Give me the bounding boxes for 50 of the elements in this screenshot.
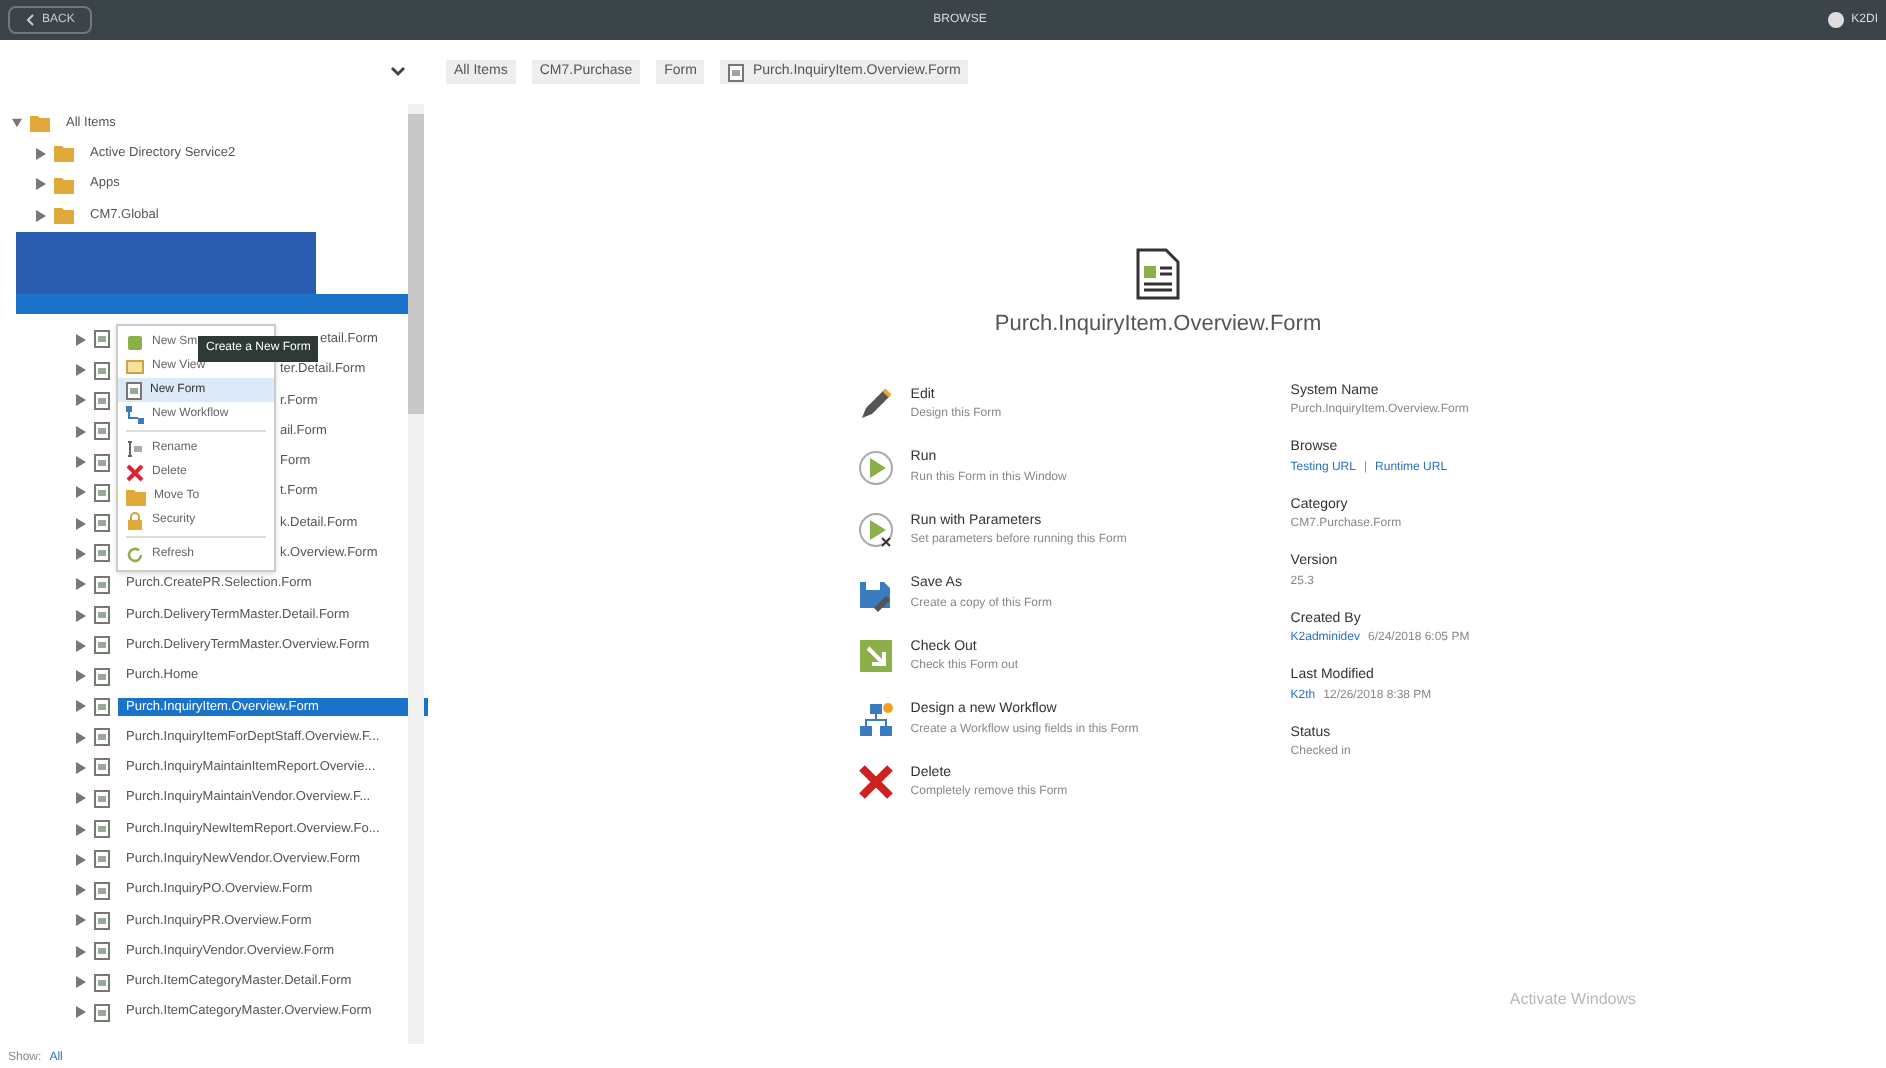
refresh-icon (126, 545, 144, 563)
expand-arrow-icon[interactable] (76, 914, 86, 927)
play-icon[interactable] (858, 449, 895, 486)
expand-arrow-icon[interactable] (76, 792, 86, 805)
view-icon (126, 357, 144, 375)
form-title: Purch.InquiryItem.Overview.Form (994, 310, 1322, 340)
expand-arrow-icon[interactable] (36, 147, 46, 160)
workflow-icon[interactable] (858, 701, 895, 738)
chevron-icon[interactable] (390, 66, 406, 78)
expand-arrow-icon[interactable] (76, 945, 86, 958)
expand-arrow-icon[interactable] (36, 178, 46, 191)
expand-arrow-icon[interactable] (76, 976, 86, 989)
expand-arrow-icon[interactable] (76, 456, 86, 469)
scrollbar-thumb[interactable] (408, 114, 424, 414)
expand-arrow-icon[interactable] (76, 731, 86, 744)
expand-arrow-icon[interactable] (76, 517, 86, 530)
form-icon (728, 63, 745, 81)
pencil-icon[interactable] (858, 386, 895, 423)
cube-icon (126, 333, 144, 351)
expand-arrow-icon[interactable] (76, 700, 86, 713)
padlock-icon (126, 511, 144, 529)
chevron-left-icon (26, 14, 34, 26)
expand-arrow-icon[interactable] (12, 118, 22, 129)
rename-icon (126, 439, 144, 457)
expand-arrow-icon[interactable] (76, 333, 86, 346)
expand-arrow-icon[interactable] (76, 609, 86, 621)
check-out-icon[interactable] (858, 638, 895, 675)
user-avatar-icon (1827, 12, 1844, 28)
expand-arrow-icon[interactable] (76, 425, 86, 438)
expand-arrow-icon[interactable] (76, 853, 86, 866)
expand-arrow-icon[interactable] (36, 209, 46, 222)
folder-icon (126, 487, 146, 505)
expand-arrow-icon[interactable] (76, 547, 86, 560)
expand-arrow-icon[interactable] (76, 364, 86, 377)
expand-arrow-icon[interactable] (76, 761, 86, 774)
play-settings-icon[interactable] (858, 512, 895, 549)
expand-arrow-icon[interactable] (76, 884, 86, 897)
delete-icon[interactable] (858, 764, 895, 801)
expand-arrow-icon[interactable] (76, 1006, 86, 1019)
expand-arrow-icon[interactable] (76, 823, 86, 836)
expand-arrow-icon[interactable] (76, 670, 86, 683)
expand-arrow-icon[interactable] (76, 394, 86, 407)
form-document-icon (1136, 248, 1180, 300)
activation-notice: Activate Windows (1509, 988, 1636, 1012)
expand-arrow-icon[interactable] (76, 639, 86, 652)
expand-arrow-icon[interactable] (76, 578, 86, 591)
workflow-icon (126, 405, 144, 423)
close-icon (126, 463, 144, 481)
scrollbar[interactable] (408, 104, 424, 1044)
expand-arrow-icon[interactable] (76, 486, 86, 499)
